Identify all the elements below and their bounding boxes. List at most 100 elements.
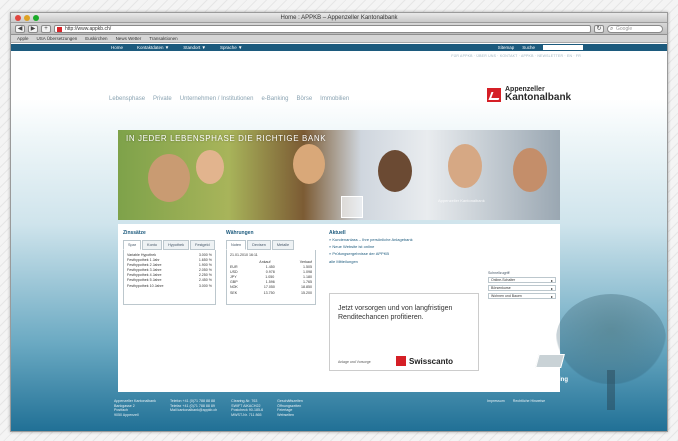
address-bar-url: http://www.appkb.ch/ bbox=[65, 25, 112, 32]
forward-icon[interactable]: ▶ bbox=[28, 24, 38, 33]
footer-contact: Telefon +41 (0)71 788 88 88 Telefax +41 … bbox=[169, 399, 218, 413]
add-bookmark-icon[interactable]: + bbox=[41, 24, 51, 33]
sub-navigation[interactable]: FÜR APPKB · ÜBER UNS · KONTAKT · APPKB ·… bbox=[451, 54, 581, 58]
chevron-down-icon: ▸ bbox=[550, 286, 553, 291]
hero-person-worker bbox=[293, 144, 325, 184]
news-link[interactable]: Kundenanlass – Ihre persönliche Anlageba… bbox=[329, 236, 469, 243]
window-title: Home : APPKB – Appenzeller Kantonalbank bbox=[280, 15, 398, 21]
mainnav-unternehmen[interactable]: Unternehmen / Institutionen bbox=[180, 96, 254, 102]
reload-icon[interactable]: ↻ bbox=[594, 24, 604, 33]
hero-banner[interactable]: IN JEDER LEBENSPHASE DIE RICHTIGE BANK A… bbox=[118, 130, 560, 220]
select-value: Wohnen und Bauen bbox=[491, 294, 522, 298]
site-search-input[interactable] bbox=[543, 45, 583, 50]
tab-hypothek[interactable]: Hypothek bbox=[162, 240, 190, 250]
hero-person-father bbox=[148, 154, 190, 202]
logo-line2: Kantonalbank bbox=[505, 92, 572, 103]
topnav-standort[interactable]: Standort ▼ bbox=[183, 45, 206, 50]
title-bar: Home : APPKB – Appenzeller Kantonalbank bbox=[11, 13, 667, 23]
hero-person-woman-right bbox=[513, 148, 547, 192]
window-controls bbox=[15, 15, 39, 21]
chevron-down-icon: ▸ bbox=[550, 278, 553, 283]
zoom-window-icon[interactable] bbox=[33, 15, 39, 21]
bookmark-item[interactable]: USA Übersetzungen bbox=[37, 36, 78, 41]
tab-noten[interactable]: Noten bbox=[226, 240, 247, 250]
tab-metalle[interactable]: Metalle bbox=[271, 240, 295, 250]
close-window-icon[interactable] bbox=[15, 15, 21, 21]
footer-links-col[interactable]: Geschäftszeiten Öffnungszeiten Feiertage… bbox=[277, 399, 303, 417]
currencies-table: 21.01.2010 16:11 Ankauf Verkauf EUR 1.450 1… bbox=[226, 250, 316, 305]
tab-festgeld[interactable]: Festgeld bbox=[190, 240, 215, 250]
quick-access-select[interactable]: Online-Schalter ▸ bbox=[488, 277, 556, 283]
search-field[interactable]: ⌕ Google bbox=[607, 24, 663, 33]
select-value: Börsenkurse bbox=[491, 286, 511, 290]
mainnav-immobilien[interactable]: Immobilien bbox=[320, 96, 349, 102]
search-placeholder: Google bbox=[616, 25, 633, 32]
currencies-widget: Währungen Noten Devisen Metalle 21.01.20… bbox=[226, 230, 316, 305]
site-favicon-icon bbox=[57, 26, 62, 32]
topnav-sprache[interactable]: Sprache ▼ bbox=[220, 45, 242, 50]
top-navigation: Home Kontaktdaten ▼ Standort ▼ Sprache ▼… bbox=[11, 44, 667, 51]
tree-trunk bbox=[607, 370, 615, 410]
swisscanto-logo: Swisscanto bbox=[396, 356, 453, 366]
table-row: Festhypothek 10 Jahre 3.000 % bbox=[127, 284, 212, 289]
all-news-link[interactable]: alle Mitteilungen bbox=[329, 259, 469, 264]
web-page: Home Kontaktdaten ▼ Standort ▼ Sprache ▼… bbox=[11, 44, 667, 431]
bookmark-item[interactable]: Euskirchen bbox=[85, 36, 107, 41]
ebanking-login-link[interactable]: Login e-Banking bbox=[521, 377, 568, 383]
topnav-sitemap[interactable]: Sitemap bbox=[498, 45, 515, 50]
address-bar[interactable]: http://www.appkb.ch/ bbox=[54, 24, 591, 33]
topnav-kontakt[interactable]: Kontaktdaten ▼ bbox=[137, 45, 169, 50]
impressum-link[interactable]: Impressum bbox=[487, 399, 505, 403]
tab-devisen[interactable]: Devisen bbox=[247, 240, 271, 250]
laptop-icon[interactable] bbox=[535, 354, 565, 368]
bookmarks-bar: Apple USA Übersetzungen Euskirchen News … bbox=[11, 35, 667, 43]
rate-label: Festhypothek 10 Jahre bbox=[127, 283, 164, 288]
quick-access: Schnellzugriff Online-Schalter ▸ Börsenku… bbox=[488, 271, 556, 301]
bank-logo-text: Appenzeller Kantonalbank bbox=[505, 86, 571, 103]
currencies-heading: Währungen bbox=[226, 230, 254, 236]
swisscanto-brand: Swisscanto bbox=[409, 356, 454, 366]
ad-small-text: Anlage und Vorsorge bbox=[338, 360, 371, 364]
main-navigation: Lebensphase Private Unternehmen / Instit… bbox=[109, 96, 349, 102]
bookmark-item[interactable]: Apple bbox=[17, 36, 29, 41]
topnav-right: Sitemap Suche bbox=[498, 45, 667, 50]
topnav-home[interactable]: Home bbox=[111, 45, 123, 50]
footer-address: Appenzeller Kantonalbank Bankgasse 2 Pos… bbox=[114, 399, 156, 417]
minimize-window-icon[interactable] bbox=[24, 15, 30, 21]
mainnav-boerse[interactable]: Börse bbox=[296, 96, 312, 102]
content-panel: Zinssätze Spar Konto Hypothek Festgeld V… bbox=[118, 224, 560, 392]
tab-konto[interactable]: Konto bbox=[142, 240, 162, 250]
hero-caption: Appenzeller Kantonalbank bbox=[438, 198, 485, 203]
swisscanto-logo-mark-icon bbox=[396, 356, 406, 366]
mainnav-lebensphase[interactable]: Lebensphase bbox=[109, 96, 145, 102]
chevron-down-icon: ▸ bbox=[550, 294, 553, 299]
currencies-tabs: Noten Devisen Metalle bbox=[226, 240, 316, 250]
quick-access-select[interactable]: Börsenkurse ▸ bbox=[488, 285, 556, 291]
footer-legal-links: Impressum Rechtliche Hinweise bbox=[487, 399, 545, 403]
currency-sell: 15.200 bbox=[300, 290, 312, 295]
interest-rates-tabs: Spar Konto Hypothek Festgeld bbox=[123, 240, 216, 250]
news-link[interactable]: Neue Website ist online bbox=[329, 243, 469, 250]
bookmark-item[interactable]: Transaktionen bbox=[149, 36, 177, 41]
browser-window: Home : APPKB – Appenzeller Kantonalbank … bbox=[10, 12, 668, 432]
bank-logo-mark-icon bbox=[487, 87, 501, 102]
hero-slide-control[interactable] bbox=[341, 196, 363, 218]
news-link[interactable]: Prüfungsergebnisse der APPKB bbox=[329, 250, 469, 257]
legal-notice-link[interactable]: Rechtliche Hinweise bbox=[513, 399, 545, 403]
currency-code: SEK bbox=[230, 290, 238, 295]
hero-title: IN JEDER LEBENSPHASE DIE RICHTIGE BANK bbox=[126, 134, 327, 143]
footer-bank-details: Clearing-Nr. 763 SWIFT AIKACH22 Postchec… bbox=[231, 399, 264, 417]
hero-person-woman bbox=[378, 150, 412, 192]
mainnav-private[interactable]: Private bbox=[153, 96, 172, 102]
select-value: Online-Schalter bbox=[491, 278, 516, 282]
search-icon: ⌕ bbox=[610, 25, 614, 32]
rate-value: 3.000 % bbox=[198, 283, 212, 288]
bank-logo[interactable]: Appenzeller Kantonalbank bbox=[487, 86, 571, 103]
bookmark-item[interactable]: News Wetter bbox=[116, 36, 142, 41]
quick-access-select[interactable]: Wohnen und Bauen ▸ bbox=[488, 293, 556, 299]
mainnav-ebanking[interactable]: e-Banking bbox=[261, 96, 288, 102]
quick-access-label: Schnellzugriff bbox=[488, 271, 510, 275]
back-icon[interactable]: ◀ bbox=[15, 24, 25, 33]
swisscanto-ad[interactable]: Jetzt vorsorgen und von langfristigen Re… bbox=[329, 293, 479, 371]
tab-spar[interactable]: Spar bbox=[123, 240, 142, 250]
